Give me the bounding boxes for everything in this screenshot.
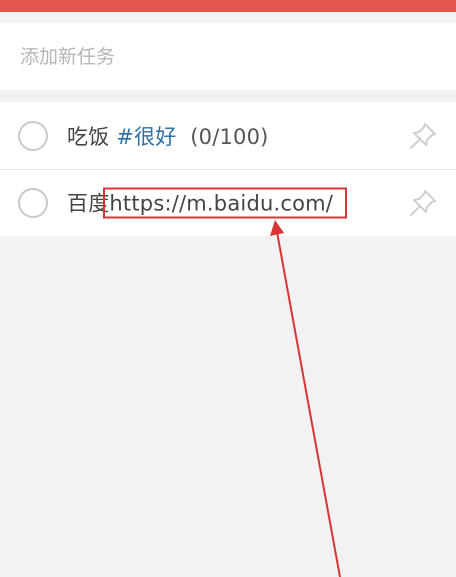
pin-icon[interactable]: [408, 121, 438, 151]
task-label: 百度https://m.baidu.com/: [67, 187, 348, 219]
task-row[interactable]: 百度https://m.baidu.com/: [0, 169, 456, 236]
task-row[interactable]: 吃饭 #很好 (0/100): [0, 102, 456, 169]
app-header-bar: [0, 0, 456, 12]
annotation-arrow-line: [276, 231, 341, 577]
task-label: 吃饭 #很好 (0/100): [67, 121, 269, 151]
task-url-link[interactable]: https://m.baidu.com/: [103, 187, 348, 219]
task-list: 吃饭 #很好 (0/100) 百度https://m.baidu.com/: [0, 102, 456, 236]
pin-icon[interactable]: [408, 188, 438, 218]
add-task-bar[interactable]: [0, 23, 456, 90]
task-tag[interactable]: #很好: [116, 125, 176, 149]
task-progress: (0/100): [190, 124, 269, 149]
add-task-input[interactable]: [20, 45, 420, 68]
task-checkbox[interactable]: [18, 120, 48, 151]
task-title: 吃饭: [67, 124, 110, 149]
task-checkbox[interactable]: [18, 188, 48, 218]
